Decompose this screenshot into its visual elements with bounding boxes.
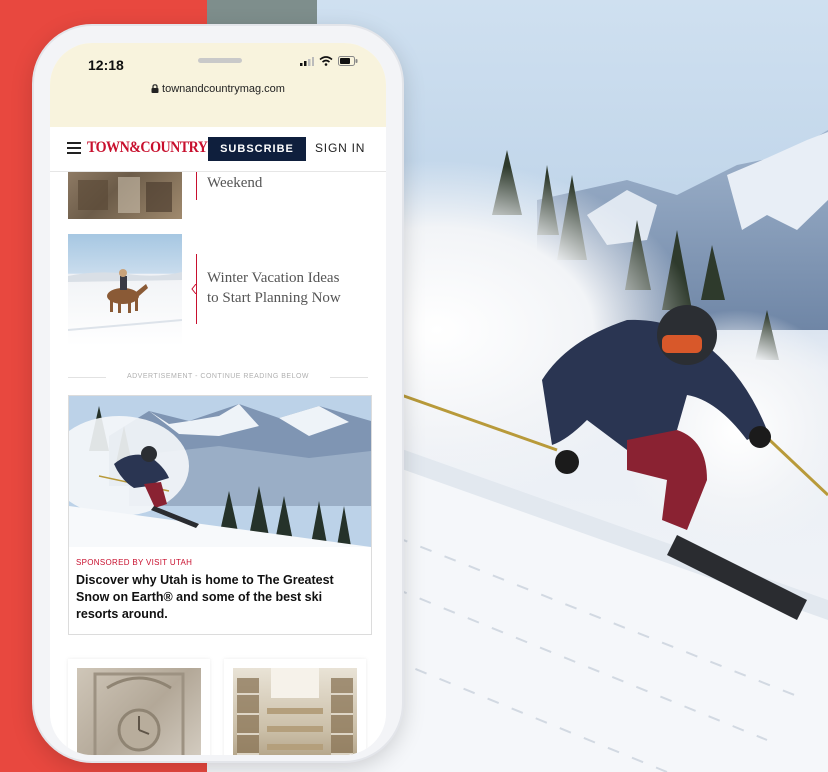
skier-mountains-photo (69, 396, 371, 547)
library-interior-photo (233, 668, 357, 755)
signal-icon (300, 57, 314, 66)
lock-icon (151, 84, 159, 93)
url-text: townandcountrymag.com (162, 83, 285, 95)
phone-mockup: 12:18 townandcountrymag.com TOWN&COUNTRY… (34, 26, 402, 761)
status-icons (300, 56, 358, 66)
article-card[interactable] (68, 659, 210, 755)
story-divider (196, 172, 197, 200)
promo-scene: 12:18 townandcountrymag.com TOWN&COUNTRY… (0, 0, 828, 772)
ornate-clock-photo (77, 668, 201, 755)
browser-status-bar: 12:18 townandcountrymag.com (50, 43, 386, 127)
hamburger-menu-icon[interactable] (67, 142, 81, 154)
wifi-icon (319, 56, 333, 66)
ad-headline[interactable]: Discover why Utah is home to The Greates… (76, 572, 366, 623)
advertisement-label: ADVERTISEMENT - CONTINUE READING BELOW (50, 373, 386, 380)
article-feed: Weekend Winter Vacation Ideas to Start P… (50, 172, 386, 755)
sponsor-label: SPONSORED BY VISIT UTAH (76, 558, 193, 567)
clock: 12:18 (88, 57, 124, 73)
story-title[interactable]: Winter Vacation Ideas to Start Planning … (207, 268, 341, 308)
battery-icon (338, 56, 358, 66)
site-header: TOWN&COUNTRY SUBSCRIBE SIGN IN (50, 127, 386, 172)
dining-room-photo[interactable] (68, 172, 182, 219)
story-title[interactable]: Weekend (207, 173, 262, 193)
site-logo[interactable]: TOWN&COUNTRY (87, 139, 208, 157)
sign-in-link[interactable]: SIGN IN (315, 141, 365, 155)
article-card[interactable] (224, 659, 366, 755)
subscribe-button[interactable]: SUBSCRIBE (208, 137, 306, 161)
address-bar[interactable]: townandcountrymag.com (50, 83, 386, 95)
sponsored-ad-card[interactable]: SPONSORED BY VISIT UTAH Discover why Uta… (68, 395, 372, 635)
speaker-notch (198, 58, 242, 63)
horse-rider-snow-photo[interactable] (68, 234, 182, 346)
phone-screen: 12:18 townandcountrymag.com TOWN&COUNTRY… (50, 43, 386, 755)
chevron-left-icon (191, 284, 197, 294)
